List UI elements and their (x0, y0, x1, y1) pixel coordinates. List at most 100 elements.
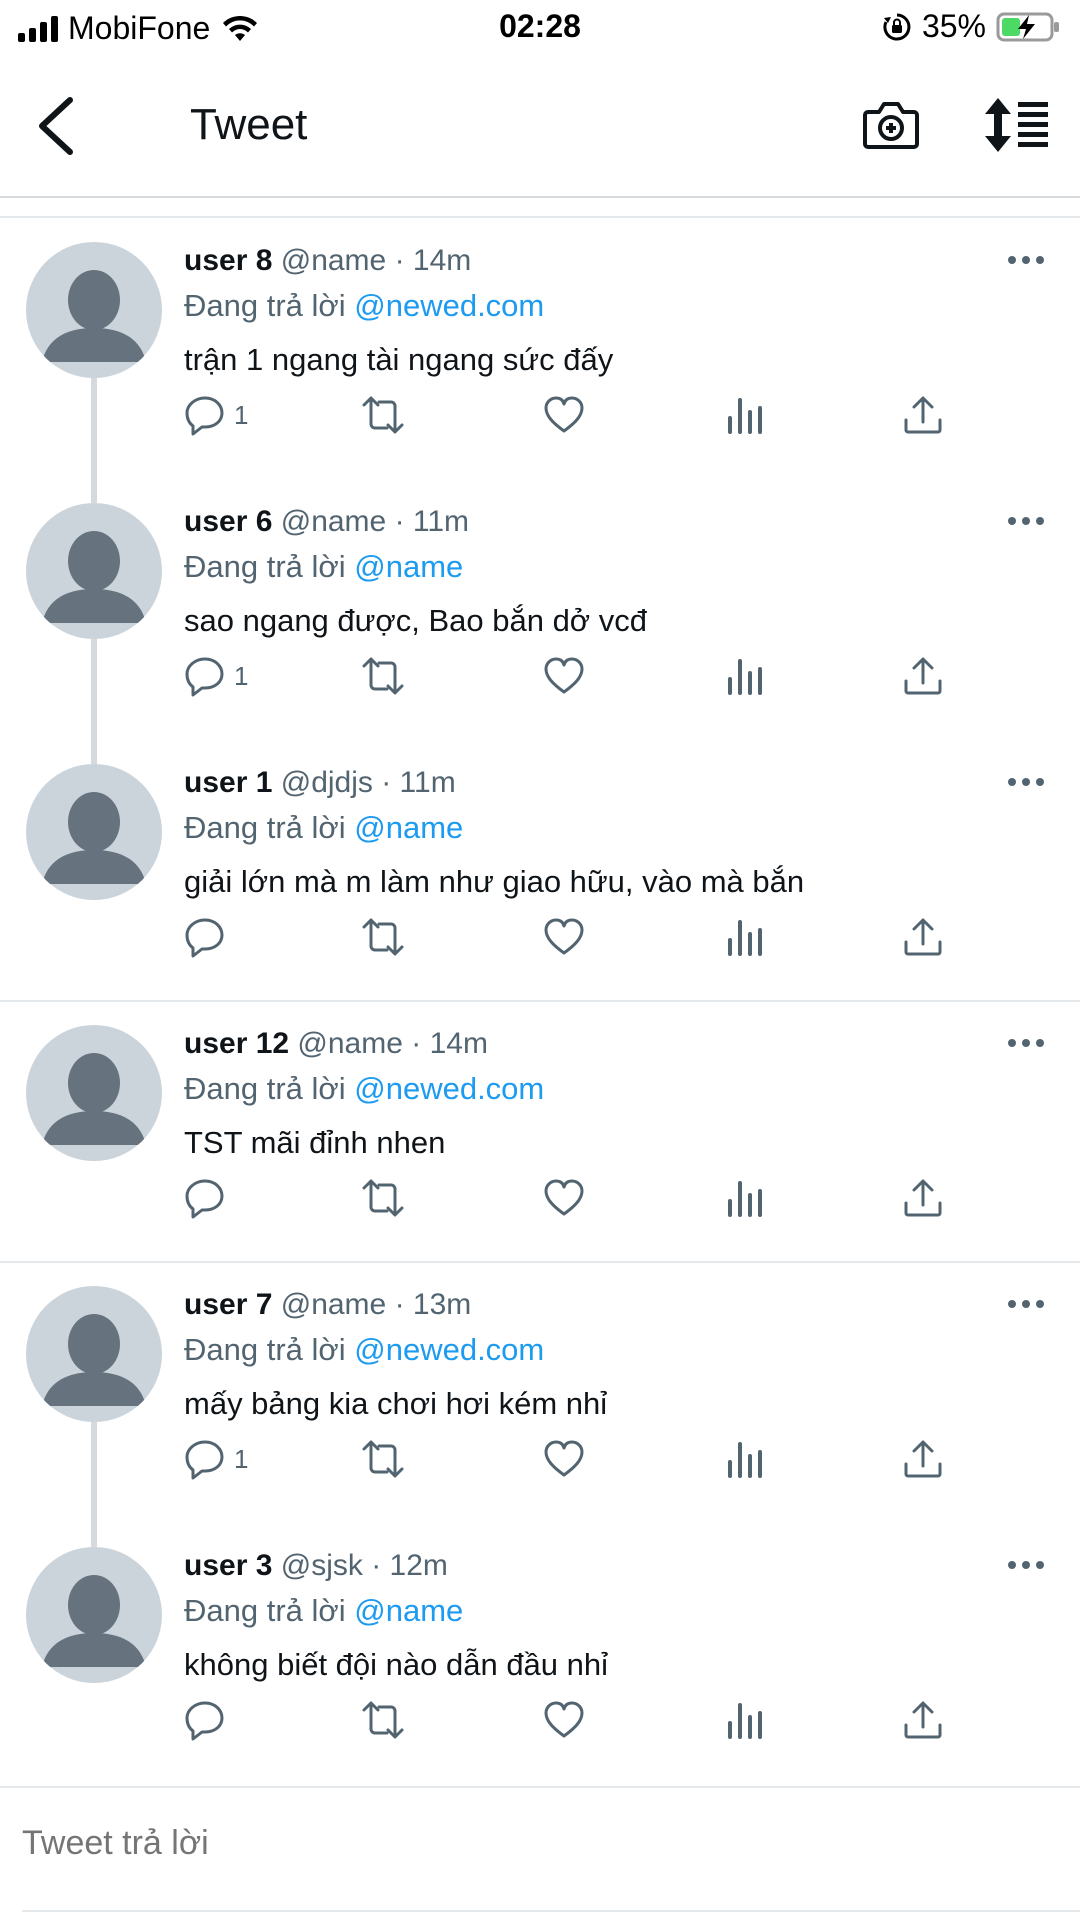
share-button[interactable] (902, 1173, 944, 1223)
retweet-button[interactable] (362, 651, 404, 701)
retweet-button[interactable] (362, 1173, 404, 1223)
user-handle[interactable]: @name (297, 1027, 403, 1060)
avatar[interactable] (26, 503, 162, 639)
heart-icon (544, 657, 584, 694)
mention-link[interactable]: @newed.com (354, 1332, 544, 1367)
analytics-button[interactable] (724, 1434, 766, 1484)
analytics-button[interactable] (724, 912, 766, 962)
reply-button[interactable] (184, 1173, 234, 1223)
user-handle[interactable]: @name (281, 505, 387, 538)
more-options-icon[interactable] (1006, 1037, 1046, 1049)
reply-button[interactable] (184, 912, 234, 962)
tweet-actions (0, 1695, 1080, 1745)
page-title: Tweet (190, 100, 308, 149)
retweet-button[interactable] (362, 1695, 404, 1745)
replying-to: Đang trả lời @name (184, 1593, 463, 1629)
analytics-button[interactable] (724, 651, 766, 701)
retweet-icon (362, 657, 404, 695)
share-button[interactable] (902, 912, 944, 962)
like-button[interactable] (543, 390, 585, 440)
user-name[interactable]: user 3 (184, 1549, 272, 1582)
tweet-time: · 11m (394, 505, 470, 538)
retweet-button[interactable] (362, 1434, 404, 1484)
reply-input[interactable] (22, 1824, 922, 1863)
like-button[interactable] (543, 912, 585, 962)
analytics-button[interactable] (724, 1695, 766, 1745)
share-button[interactable] (902, 1434, 944, 1484)
mention-link[interactable]: @newed.com (354, 1071, 544, 1106)
tweet[interactable]: user 7 @name · 13m Đang trả lời @newed.c… (0, 1264, 1080, 1545)
tweet-header: user 8 @name · 14m (184, 244, 471, 278)
more-options-icon[interactable] (1006, 776, 1046, 788)
divider (0, 216, 1080, 218)
reply-button[interactable]: 1 (184, 651, 248, 701)
share-icon (904, 657, 942, 695)
avatar[interactable] (26, 764, 162, 900)
heart-icon (544, 1179, 584, 1216)
share-icon (904, 1179, 942, 1217)
more-options-icon[interactable] (1006, 515, 1046, 527)
share-button[interactable] (902, 390, 944, 440)
mention-link[interactable]: @name (354, 549, 463, 584)
tweet[interactable]: user 3 @sjsk · 12m Đang trả lời @name kh… (0, 1525, 1080, 1786)
user-name[interactable]: user 6 (184, 505, 272, 538)
reply-icon (185, 657, 224, 697)
retweet-icon (362, 1440, 404, 1478)
back-icon[interactable] (30, 94, 84, 158)
sort-icon[interactable] (984, 96, 1050, 154)
user-name[interactable]: user 1 (184, 766, 272, 799)
orientation-lock-icon (883, 13, 911, 40)
more-options-icon[interactable] (1006, 254, 1046, 266)
user-handle[interactable]: @name (281, 244, 387, 277)
analytics-button[interactable] (724, 1173, 766, 1223)
replying-to-label: Đang trả lời (184, 1332, 346, 1367)
replying-to-label: Đang trả lời (184, 1593, 346, 1628)
avatar[interactable] (26, 1025, 162, 1161)
default-avatar-icon (42, 792, 146, 884)
user-handle[interactable]: @djdjs (281, 766, 373, 799)
tweet-actions (0, 912, 1080, 962)
tweet[interactable]: user 6 @name · 11m Đang trả lời @name sa… (0, 481, 1080, 762)
tweet-actions: 1 (0, 1434, 1080, 1484)
avatar[interactable] (26, 1547, 162, 1683)
reply-icon (185, 1440, 224, 1480)
analytics-button[interactable] (724, 390, 766, 440)
more-options-icon[interactable] (1006, 1298, 1046, 1310)
camera-plus-icon[interactable] (862, 96, 920, 154)
user-handle[interactable]: @sjsk (281, 1549, 363, 1582)
user-name[interactable]: user 8 (184, 244, 272, 277)
avatar[interactable] (26, 242, 162, 378)
retweet-icon (362, 918, 404, 956)
user-handle[interactable]: @name (281, 1288, 387, 1321)
analytics-icon (728, 398, 762, 434)
like-button[interactable] (543, 1434, 585, 1484)
mention-link[interactable]: @name (354, 810, 463, 845)
tweet-actions: 1 (0, 651, 1080, 701)
share-button[interactable] (902, 1695, 944, 1745)
tweet[interactable]: user 8 @name · 14m Đang trả lời @newed.c… (0, 220, 1080, 501)
tweet[interactable]: user 12 @name · 14m Đang trả lời @newed.… (0, 1003, 1080, 1264)
analytics-icon (728, 1442, 762, 1478)
user-name[interactable]: user 7 (184, 1288, 272, 1321)
like-button[interactable] (543, 651, 585, 701)
reply-button[interactable]: 1 (184, 390, 248, 440)
share-button[interactable] (902, 651, 944, 701)
like-button[interactable] (543, 1173, 585, 1223)
mention-link[interactable]: @name (354, 1593, 463, 1628)
status-bar: MobiFone 02:28 35% (0, 0, 1080, 56)
retweet-button[interactable] (362, 912, 404, 962)
like-button[interactable] (543, 1695, 585, 1745)
tweet-header: user 12 @name · 14m (184, 1027, 488, 1061)
user-name[interactable]: user 12 (184, 1027, 289, 1060)
analytics-icon (728, 659, 762, 695)
reply-button[interactable] (184, 1695, 234, 1745)
avatar[interactable] (26, 1286, 162, 1422)
reply-button[interactable]: 1 (184, 1434, 248, 1484)
tweet[interactable]: user 1 @djdjs · 11m Đang trả lời @name g… (0, 742, 1080, 1003)
share-icon (904, 918, 942, 956)
retweet-button[interactable] (362, 390, 404, 440)
reply-icon (185, 918, 224, 958)
more-options-icon[interactable] (1006, 1559, 1046, 1571)
mention-link[interactable]: @newed.com (354, 288, 544, 323)
replying-to: Đang trả lời @newed.com (184, 1332, 544, 1368)
